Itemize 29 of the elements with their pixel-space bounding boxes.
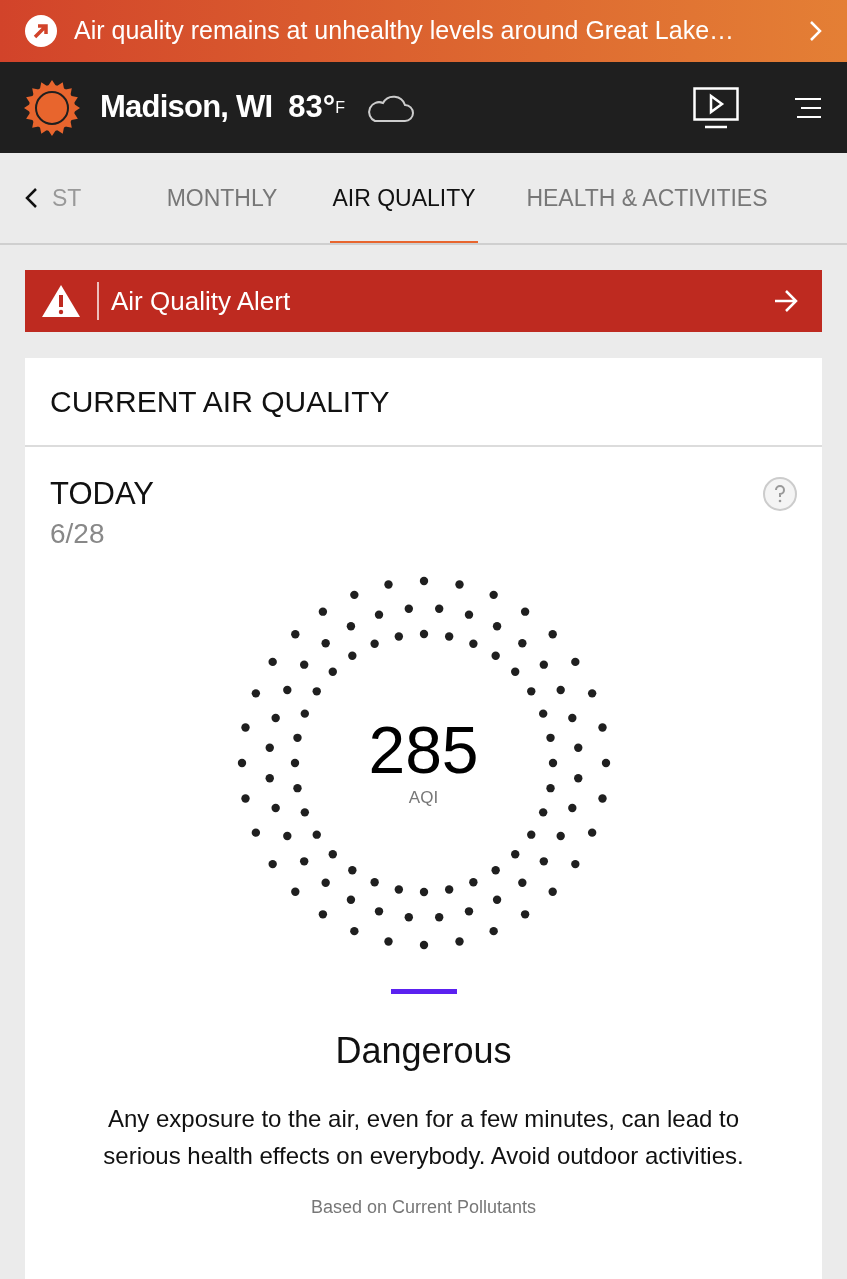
warning-icon — [41, 284, 81, 318]
aqi-value: 285 — [368, 715, 479, 786]
day-label: TODAY — [50, 475, 154, 513]
temperature: 83° — [288, 88, 336, 127]
arrow-right-icon — [774, 290, 798, 312]
aqi-label: AQI — [408, 787, 439, 810]
temperature-unit: F — [335, 98, 345, 119]
card-title: CURRENT AIR QUALITY — [50, 384, 390, 420]
description: Any exposure to the air, even for a few minutes, can lead to serious health effects on everybody. Avoid outdoor activities. — [102, 1104, 745, 1171]
chevron-right-icon — [809, 20, 823, 42]
banner-text: Air quality remains at unhealthy levels around Great Lake… — [74, 15, 736, 47]
video-icon[interactable] — [693, 86, 739, 129]
tab[interactable]: ST — [42, 153, 138, 243]
category-bar — [390, 989, 457, 994]
tab[interactable]: AIR QUALITY — [306, 153, 502, 243]
news-banner[interactable]: Air quality remains at unhealthy levels around Great Lake… — [0, 0, 847, 62]
tab[interactable]: MONTHLY — [138, 153, 306, 243]
tab[interactable]: HEALTH & ACTIVITIES — [502, 153, 792, 243]
question-icon — [774, 485, 786, 503]
menu-icon[interactable] — [795, 96, 823, 119]
category-label: Dangerous — [334, 1029, 513, 1073]
chevron-left-icon[interactable] — [24, 187, 38, 209]
sun-icon — [24, 79, 80, 136]
alert-text: Air Quality Alert — [111, 284, 292, 318]
help-button[interactable] — [763, 477, 797, 511]
note: Based on Current Pollutants — [309, 1196, 538, 1219]
location-name: Madison, WI — [100, 88, 273, 127]
date-label: 6/28 — [50, 517, 106, 551]
alert-bar[interactable]: Air Quality Alert — [25, 270, 822, 332]
